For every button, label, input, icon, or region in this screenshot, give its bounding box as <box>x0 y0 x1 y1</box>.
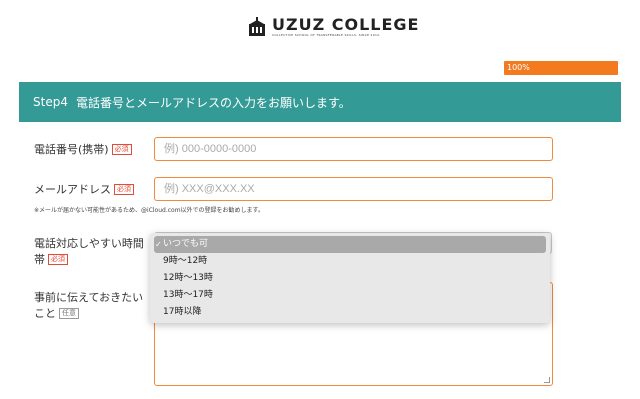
email-note: ※メールが届かない可能性があるため、@iCloud.com以外での登録をお勧めし… <box>34 207 264 214</box>
brand-logo: UZUZ COLLEGE COLLECTIVE SCHOOL OF TRANSF… <box>248 16 419 38</box>
step-title: 電話番号とメールアドレスの入力をお願いします。 <box>75 95 351 110</box>
optional-badge: 任意 <box>59 308 79 319</box>
brand-tagline: COLLECTIVE SCHOOL OF TRANSFERABLE SKILLS… <box>272 33 381 37</box>
phone-label: 電話番号(携帯) 必須 <box>34 142 132 158</box>
progress-label: 100% <box>507 63 530 72</box>
required-badge: 必須 <box>111 144 132 155</box>
message-label: 事前に伝えておきたい こと 任意 <box>34 290 143 322</box>
time-label-line1: 電話対応しやすい時間 <box>34 237 144 250</box>
brand-name: UZUZ COLLEGE <box>272 15 420 34</box>
phone-input[interactable]: 例) 000-0000-0000 <box>154 137 553 161</box>
message-label-line1: 事前に伝えておきたい <box>34 291 144 304</box>
phone-placeholder: 例) 000-0000-0000 <box>164 143 257 155</box>
dropdown-option-label: 17時以降 <box>163 307 202 317</box>
dropdown-option-label: 13時〜17時 <box>163 290 213 300</box>
email-label: メールアドレス 必須 <box>34 182 134 198</box>
checkmark-icon: ✓ <box>155 240 162 249</box>
dropdown-option[interactable]: 9時〜12時 <box>154 253 546 270</box>
required-badge: 必須 <box>48 254 68 265</box>
progress-bar: 100% <box>504 61 618 75</box>
email-label-text: メールアドレス <box>34 183 111 196</box>
dropdown-option-label: 9時〜12時 <box>163 256 208 266</box>
college-building-icon <box>248 17 266 37</box>
dropdown-option[interactable]: 17時以降 <box>154 304 546 321</box>
phone-label-text: 電話番号(携帯) <box>34 143 109 156</box>
email-placeholder: 例) XXX@XXX.XX <box>164 183 255 195</box>
resize-handle-icon[interactable] <box>544 377 550 383</box>
message-label-line2: こと <box>34 307 56 320</box>
time-dropdown-menu: ✓ いつでも可 9時〜12時 12時〜13時 13時〜17時 17時以降 <box>150 233 550 323</box>
step-number: Step4 <box>33 95 68 109</box>
dropdown-option[interactable]: ✓ いつでも可 <box>154 236 546 253</box>
required-badge: 必須 <box>114 184 134 195</box>
time-label: 電話対応しやすい時間 帯必須 <box>34 236 144 268</box>
dropdown-option-label: いつでも可 <box>163 239 209 249</box>
dropdown-option[interactable]: 13時〜17時 <box>154 287 546 304</box>
time-label-line2: 帯 <box>34 253 45 266</box>
step-header: Step4 電話番号とメールアドレスの入力をお願いします。 <box>19 82 621 122</box>
dropdown-option[interactable]: 12時〜13時 <box>154 270 546 287</box>
email-input[interactable]: 例) XXX@XXX.XX <box>154 177 553 201</box>
dropdown-option-label: 12時〜13時 <box>163 273 213 283</box>
